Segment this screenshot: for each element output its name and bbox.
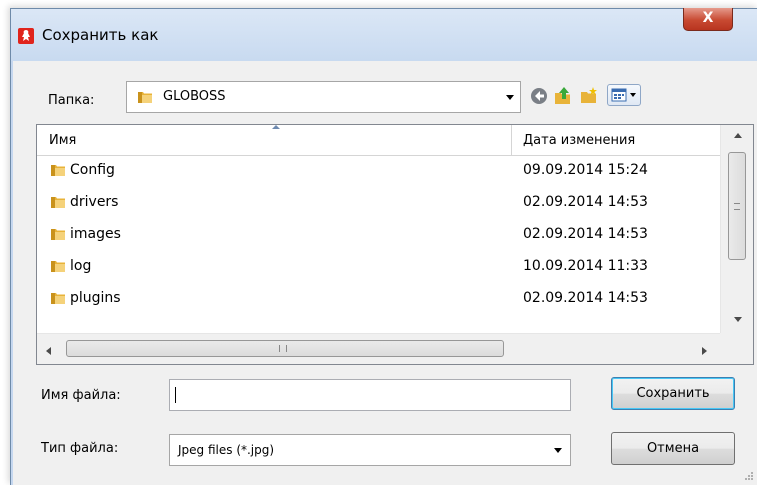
save-as-dialog: Сохранить как X Папка: GLOBOSS Имя Дата … (10, 8, 757, 485)
folder-icon (51, 165, 65, 176)
cancel-button[interactable]: Отмена (611, 432, 735, 465)
file-name: log (70, 258, 92, 274)
save-button[interactable]: Сохранить (611, 377, 735, 410)
filetype-value: Jpeg files (*.jpg) (178, 443, 275, 457)
back-icon[interactable] (529, 86, 549, 106)
chevron-down-icon (630, 93, 636, 97)
file-row[interactable]: log 10.09.2014 11:33 (37, 251, 720, 283)
close-button[interactable]: X (683, 8, 733, 31)
resize-grip-icon[interactable] (744, 471, 754, 481)
folder-icon (51, 293, 65, 304)
column-divider[interactable] (511, 125, 512, 155)
lookin-label: Папка: (48, 93, 95, 108)
horizontal-scroll-thumb[interactable] (66, 340, 504, 357)
file-row[interactable]: images 02.09.2014 14:53 (37, 219, 720, 251)
grip-icon (734, 203, 740, 210)
vertical-scrollbar[interactable] (720, 125, 753, 333)
chevron-down-icon[interactable] (554, 448, 562, 453)
column-header: Имя Дата изменения (37, 125, 720, 156)
column-name-header[interactable]: Имя (49, 133, 76, 148)
file-date: 09.09.2014 15:24 (523, 162, 648, 178)
file-date: 02.09.2014 14:53 (523, 226, 648, 242)
filetype-label: Тип файла: (41, 441, 119, 456)
up-folder-icon[interactable] (553, 86, 573, 106)
filetype-select[interactable]: Jpeg files (*.jpg) (169, 434, 571, 466)
chevron-down-icon[interactable] (506, 95, 514, 100)
folder-icon (51, 261, 65, 272)
views-menu-button[interactable] (607, 84, 641, 106)
file-name: drivers (70, 194, 119, 210)
filename-label: Имя файла: (41, 388, 121, 403)
file-name: plugins (70, 290, 121, 306)
app-logo-icon (18, 28, 34, 44)
file-name: Config (70, 162, 115, 178)
lookin-value: GLOBOSS (163, 89, 226, 104)
dialog-body: Папка: GLOBOSS Имя Дата изменения Config… (13, 61, 757, 485)
file-row[interactable]: Config 09.09.2014 15:24 (37, 155, 720, 187)
file-date: 10.09.2014 11:33 (523, 258, 648, 274)
file-row[interactable]: drivers 02.09.2014 14:53 (37, 187, 720, 219)
file-date: 02.09.2014 14:53 (523, 194, 648, 210)
column-date-header[interactable]: Дата изменения (523, 133, 635, 148)
views-menu-icon (611, 88, 627, 102)
folder-icon (51, 229, 65, 240)
title-bar[interactable]: Сохранить как X (11, 8, 757, 61)
scroll-down-icon[interactable] (734, 317, 742, 322)
horizontal-scrollbar[interactable] (37, 333, 720, 364)
vertical-scroll-thumb[interactable] (728, 152, 746, 260)
lookin-combobox[interactable]: GLOBOSS (126, 81, 521, 113)
scroll-up-icon[interactable] (734, 133, 742, 138)
folder-icon (51, 197, 65, 208)
file-name: images (70, 226, 121, 242)
filename-input[interactable] (169, 379, 571, 411)
grip-icon (279, 345, 287, 352)
file-date: 02.09.2014 14:53 (523, 290, 648, 306)
file-row[interactable]: plugins 02.09.2014 14:53 (37, 283, 720, 315)
window-title: Сохранить как (42, 26, 159, 44)
new-folder-icon[interactable] (579, 86, 599, 106)
text-caret (175, 387, 176, 403)
sort-ascending-icon (272, 125, 280, 129)
file-list[interactable]: Имя Дата изменения Config 09.09.2014 15:2… (36, 124, 754, 365)
folder-icon (138, 92, 152, 103)
scroll-right-icon[interactable] (702, 347, 707, 355)
scroll-left-icon[interactable] (46, 347, 51, 355)
scroll-corner (720, 333, 753, 364)
